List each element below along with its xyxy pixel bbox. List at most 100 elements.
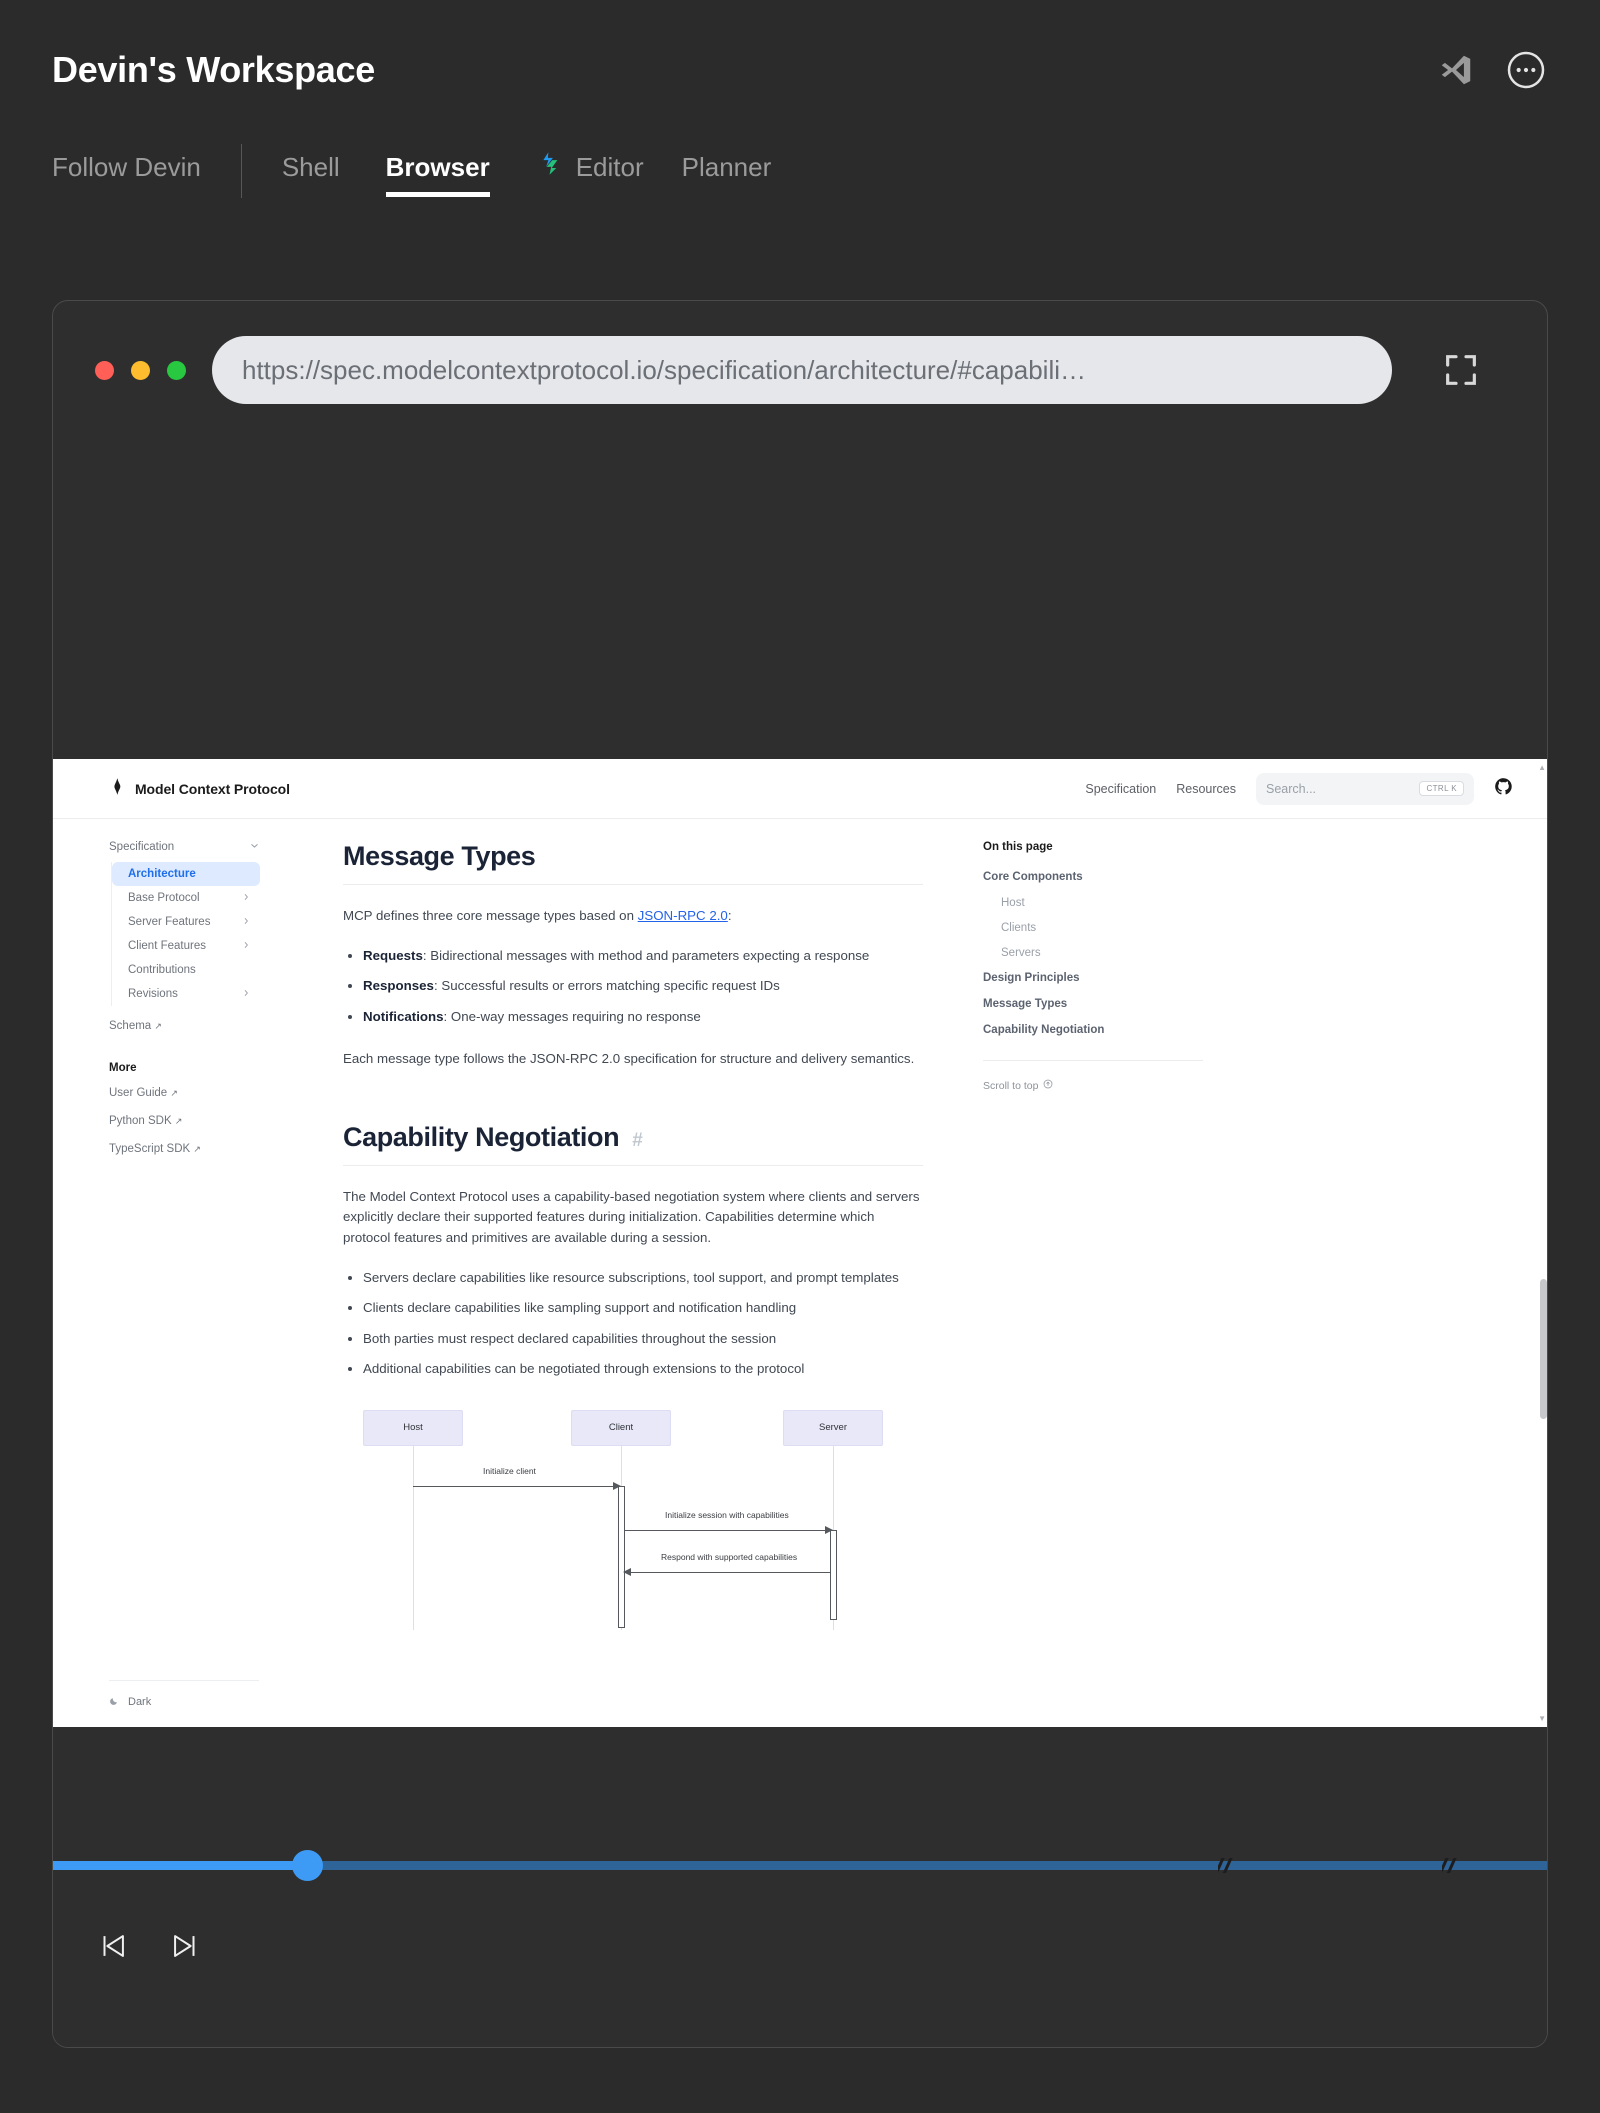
docs-search-shortcut: CTRL K [1419, 781, 1464, 796]
browser-chrome: https://spec.modelcontextprotocol.io/spe… [53, 301, 1547, 439]
tab-editor-label: Editor [575, 151, 644, 182]
browser-panel: https://spec.modelcontextprotocol.io/spe… [52, 300, 1548, 2048]
chevron-right-icon [242, 916, 250, 928]
toc-item-clients[interactable]: Clients [983, 922, 1203, 934]
docs-toc: On this page Core Components Host Client… [963, 819, 1223, 1727]
tab-browser[interactable]: Browser [385, 146, 490, 197]
activation-bar-server [830, 1529, 837, 1620]
site-brand-name: Model Context Protocol [135, 780, 290, 797]
diagram-message-label: Initialize session with capabilities [665, 1509, 789, 1520]
docs-search-placeholder: Search... [1266, 781, 1317, 796]
sidebar-item-typescript-sdk[interactable]: TypeScript SDK ↗ [109, 1143, 303, 1155]
sidebar-item-label: Schema [109, 1020, 152, 1032]
docs-nav-resources[interactable]: Resources [1176, 782, 1236, 796]
tab-planner[interactable]: Planner [682, 146, 772, 197]
participant-label: Client [608, 1422, 634, 1434]
next-step-button[interactable] [163, 1924, 207, 1968]
timeline-slider[interactable] [53, 1850, 1547, 1881]
sidebar-item-python-sdk[interactable]: Python SDK ↗ [109, 1115, 303, 1127]
theme-toggle[interactable]: Dark [109, 1680, 259, 1709]
scroll-to-top-button[interactable]: Scroll to top [983, 1079, 1203, 1092]
toc-item-core-components[interactable]: Core Components [983, 871, 1203, 883]
top-bar: Devin's Workspace [0, 0, 1600, 92]
sidebar-item-base-protocol[interactable]: Base Protocol [112, 886, 260, 910]
timeline-thumb[interactable] [291, 1850, 323, 1881]
list-item-term: Notifications [363, 1008, 444, 1024]
sidebar-item-user-guide[interactable]: User Guide ↗ [109, 1087, 303, 1099]
json-rpc-link[interactable]: JSON-RPC 2.0 [638, 908, 728, 923]
list-item: Responses: Successful results or errors … [363, 975, 923, 997]
heading-anchor-icon[interactable]: # [632, 1130, 643, 1152]
toc-item-host[interactable]: Host [983, 897, 1203, 909]
sidebar-section-specification[interactable]: Specification [109, 841, 259, 853]
app-root: Devin's Workspace Follow Devin Shell Bro… [0, 0, 1600, 2113]
chevron-right-icon [242, 988, 250, 1000]
sidebar-item-architecture[interactable]: Architecture [112, 862, 260, 886]
sidebar-section-label: Specification [109, 841, 175, 853]
scroll-up-arrow-icon[interactable]: ▲ [1538, 763, 1546, 772]
editor-logo-icon [536, 150, 563, 184]
url-bar[interactable]: https://spec.modelcontextprotocol.io/spe… [212, 336, 1392, 404]
more-options-icon[interactable] [1504, 48, 1548, 92]
replay-player [53, 1729, 1547, 2047]
github-icon[interactable] [1494, 777, 1513, 801]
intro-after: : [727, 908, 732, 923]
sidebar-item-label: Contributions [128, 964, 196, 976]
sidebar-item-schema[interactable]: Schema ↗ [109, 1020, 303, 1032]
url-text: https://spec.modelcontextprotocol.io/spe… [242, 354, 1086, 385]
heading-text: Message Types [343, 841, 536, 871]
tab-editor[interactable]: Editor [536, 144, 644, 198]
arrow-head-icon [623, 1568, 631, 1577]
previous-step-button[interactable] [91, 1924, 135, 1968]
page-scrollbar[interactable]: ▲ ▼ [1538, 759, 1547, 1727]
participant-label: Server [819, 1422, 847, 1434]
heading-rule [343, 884, 923, 885]
tab-follow-devin[interactable]: Follow Devin [52, 146, 201, 197]
sidebar-item-client-features[interactable]: Client Features [112, 934, 260, 958]
list-item: Requests: Bidirectional messages with me… [363, 945, 923, 967]
toc-item-message-types[interactable]: Message Types [983, 998, 1203, 1010]
timeline-marker [1218, 1858, 1235, 1873]
sidebar-item-label: Client Features [128, 940, 206, 952]
list-item-text: : One-way messages requiring no response [443, 1008, 701, 1024]
heading-capability-negotiation: Capability Negotiation # [343, 1122, 923, 1153]
toc-item-capability-negotiation[interactable]: Capability Negotiation [983, 1024, 1203, 1036]
docs-nav-specification[interactable]: Specification [1085, 782, 1156, 796]
sidebar-item-label: TypeScript SDK [109, 1143, 191, 1155]
vscode-icon[interactable] [1434, 48, 1478, 92]
sidebar-item-label: Architecture [128, 868, 196, 880]
tab-shell[interactable]: Shell [282, 146, 340, 197]
page-scrollbar-thumb[interactable] [1540, 1279, 1547, 1419]
docs-site-header: Model Context Protocol Specification Res… [53, 759, 1547, 819]
maximize-window-dot[interactable] [167, 360, 186, 380]
arrow-initialize-client [413, 1485, 617, 1488]
sidebar-item-server-features[interactable]: Server Features [112, 910, 260, 934]
heading-text: Capability Negotiation [343, 1121, 620, 1152]
scroll-down-arrow-icon[interactable]: ▼ [1538, 1714, 1546, 1723]
traffic-lights [95, 360, 186, 380]
site-logo[interactable]: Model Context Protocol [109, 778, 290, 800]
tab-divider [240, 144, 242, 198]
external-link-icon: ↗ [154, 1021, 162, 1031]
diagram-participant-host: Host [363, 1409, 463, 1446]
theme-toggle-label: Dark [128, 1696, 152, 1708]
message-types-list: Requests: Bidirectional messages with me… [343, 945, 923, 1028]
sidebar-item-contributions[interactable]: Contributions [112, 958, 260, 982]
toc-item-design-principles[interactable]: Design Principles [983, 972, 1203, 984]
close-window-dot[interactable] [95, 360, 114, 380]
docs-search-input[interactable]: Search... CTRL K [1256, 772, 1474, 805]
fullscreen-icon[interactable] [1438, 347, 1484, 393]
toc-divider [983, 1060, 1203, 1061]
minimize-window-dot[interactable] [131, 360, 150, 380]
sidebar-item-label: Revisions [128, 988, 178, 1000]
sidebar-item-revisions[interactable]: Revisions [112, 982, 260, 1006]
timeline-progress [53, 1861, 307, 1870]
chevron-right-icon [242, 940, 250, 952]
sequence-diagram: Host Client Server Initialize client Ini… [343, 1409, 923, 1630]
browser-viewport: Model Context Protocol Specification Res… [53, 439, 1547, 1727]
list-item-term: Requests [363, 947, 423, 963]
heading-rule [343, 1164, 923, 1166]
docs-body: Specification Architecture Base Protocol… [53, 819, 1547, 1727]
toc-item-servers[interactable]: Servers [983, 947, 1203, 959]
